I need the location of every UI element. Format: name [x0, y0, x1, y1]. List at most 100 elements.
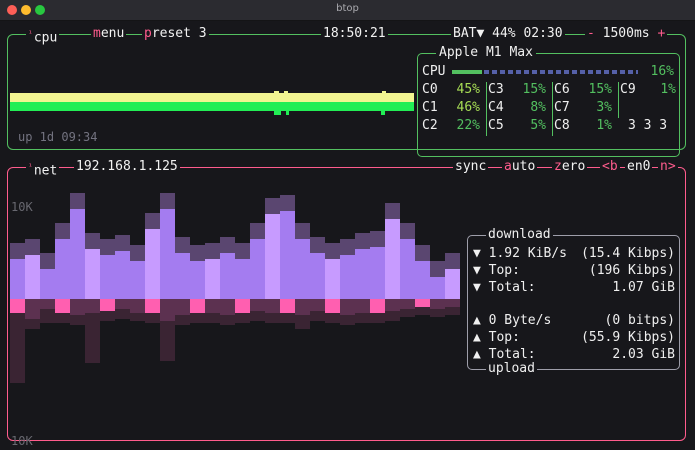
upload-graph-shadow: [115, 309, 130, 319]
download-graph-shadow: [25, 239, 40, 255]
download-graph-column: [175, 253, 190, 299]
upload-graph-column: [370, 299, 385, 313]
upload-graph-shadow: [280, 313, 295, 323]
window-title: btop: [336, 3, 359, 14]
prev-interface-button[interactable]: <b: [600, 159, 620, 175]
download-graph-shadow: [10, 243, 25, 259]
core-c6: C6 15%: [554, 82, 612, 97]
cpu-graph-spike: [381, 111, 385, 115]
upload-graph-column: [295, 299, 310, 315]
upload-graph-column: [205, 299, 220, 313]
cpu-tab[interactable]: ¹cpu: [26, 26, 60, 47]
upload-graph-shadow: [400, 309, 415, 317]
menu-button[interactable]: menu: [91, 26, 127, 42]
next-interface-button[interactable]: n>: [658, 159, 678, 175]
upload-graph-column: [235, 299, 250, 313]
interval-decrease-button[interactable]: -: [587, 26, 595, 41]
upload-graph-column: [415, 299, 430, 307]
zero-toggle[interactable]: zero: [552, 159, 588, 175]
download-graph-shadow: [355, 233, 370, 249]
upload-graph-column: [265, 299, 280, 313]
upload-graph-column: [220, 299, 235, 315]
upload-graph-column: [145, 299, 160, 313]
upload-graph-column: [55, 299, 70, 313]
update-interval: - 1500ms +: [585, 26, 668, 42]
download-graph-shadow: [400, 223, 415, 239]
upload-graph-column: [355, 299, 370, 313]
download-graph-column: [85, 249, 100, 299]
upload-graph-shadow: [355, 313, 370, 323]
download-graph-column: [55, 239, 70, 299]
download-graph-shadow: [265, 198, 280, 214]
net-scale-top: 10K: [11, 200, 33, 214]
download-graph-column: [25, 255, 40, 299]
upload-graph-column: [280, 299, 295, 313]
upload-graph-column: [160, 299, 175, 321]
upload-graph-column: [40, 299, 55, 309]
cpu-graph-spike: [274, 91, 279, 93]
title-bar: btop: [0, 0, 695, 21]
download-graph-column: [280, 211, 295, 299]
upload-graph-column: [430, 299, 445, 309]
upload-graph-shadow: [190, 313, 205, 323]
core-c3: C3 15%: [488, 82, 546, 97]
cpu-graph-spike: [284, 91, 288, 93]
upload-top-row: ▲ Top: (55.9 Kibps): [473, 330, 675, 345]
upload-graph-column: [325, 299, 340, 313]
upload-graph-column: [340, 299, 355, 315]
download-title: download: [486, 227, 553, 243]
download-graph-column: [295, 239, 310, 299]
download-graph-column: [40, 269, 55, 299]
upload-graph-column: [250, 299, 265, 311]
download-graph-column: [265, 214, 280, 299]
download-graph-column: [340, 255, 355, 299]
download-graph-shadow: [445, 253, 460, 269]
download-graph-shadow: [370, 231, 385, 247]
core-c5: C5 5%: [488, 118, 546, 133]
auto-toggle[interactable]: auto: [502, 159, 538, 175]
upload-graph-column: [190, 299, 205, 313]
download-graph-column: [10, 259, 25, 299]
load-average: 3 3 3: [628, 118, 668, 133]
upload-graph-shadow: [385, 311, 400, 321]
download-graph-column: [250, 239, 265, 299]
upload-graph-shadow: [415, 307, 430, 315]
download-total-row: ▼ Total: 1.07 GiB: [473, 280, 675, 295]
interval-increase-button[interactable]: +: [657, 26, 665, 41]
cpu-cores-panel: Apple M1 Max CPU 16% C0 45% C1 46% C2 22% C…: [417, 45, 680, 157]
upload-graph-shadow: [325, 313, 340, 323]
download-graph-shadow: [220, 237, 235, 253]
upload-graph-shadow: [340, 315, 355, 325]
cpu-total-percent: 16%: [650, 64, 674, 79]
upload-graph-shadow: [205, 313, 220, 323]
download-graph-column: [130, 261, 145, 299]
cpu-graph-green-band: [10, 102, 414, 111]
core-c4: C4 8%: [488, 100, 546, 115]
download-graph-shadow: [160, 193, 175, 209]
download-graph-column: [160, 209, 175, 299]
upload-graph-column: [130, 299, 145, 313]
download-graph-column: [310, 253, 325, 299]
download-graph-column: [325, 259, 340, 299]
download-graph-shadow: [70, 193, 85, 209]
download-graph-column: [430, 277, 445, 299]
upload-graph-shadow: [445, 307, 460, 315]
upload-graph-shadow: [55, 313, 70, 323]
preset-button[interactable]: preset 3: [142, 26, 209, 42]
download-graph-shadow: [415, 245, 430, 261]
upload-graph-column: [445, 299, 460, 307]
download-graph-column: [115, 251, 130, 299]
upload-graph-shadow: [40, 309, 55, 323]
download-graph-shadow: [55, 223, 70, 239]
cpu-panel: ¹cpu menu preset 3 18:50:21 BAT▼ 44% 02:…: [7, 26, 686, 157]
upload-graph-shadow: [10, 313, 25, 383]
upload-graph-shadow: [70, 315, 85, 325]
download-graph-shadow: [310, 237, 325, 253]
core-column-divider: [486, 82, 487, 136]
upload-graph-column: [25, 299, 40, 319]
download-graph-shadow: [280, 195, 295, 211]
download-graph-shadow: [130, 245, 145, 261]
core-c8: C8 1%: [554, 118, 612, 133]
upload-graph-column: [400, 299, 415, 309]
upload-title: upload: [486, 361, 537, 377]
